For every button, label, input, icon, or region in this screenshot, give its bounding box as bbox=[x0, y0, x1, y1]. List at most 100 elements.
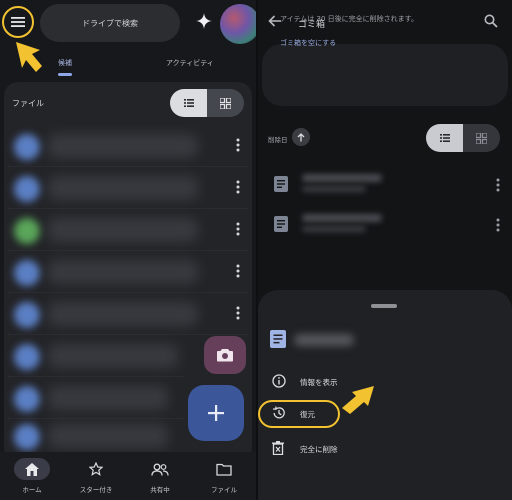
row-divider bbox=[8, 292, 248, 293]
sort-direction-button[interactable] bbox=[292, 128, 310, 146]
file-thumbnail bbox=[14, 134, 40, 160]
search-input[interactable]: ドライブで検索 bbox=[40, 4, 180, 42]
file-name-blurred bbox=[48, 134, 198, 158]
nav-home[interactable]: ホーム bbox=[0, 458, 64, 500]
list-view-button[interactable] bbox=[170, 89, 207, 117]
more-vert-icon[interactable] bbox=[496, 178, 500, 192]
row-divider bbox=[8, 334, 248, 335]
file-name-blurred bbox=[302, 174, 382, 182]
hamburger-icon bbox=[11, 17, 25, 27]
file-row[interactable] bbox=[8, 168, 248, 208]
files-section-title: ファイル bbox=[12, 99, 44, 108]
file-meta-blurred bbox=[302, 226, 366, 232]
menu-button[interactable] bbox=[2, 6, 34, 38]
file-thumbnail bbox=[14, 302, 40, 328]
nav-home-label: ホーム bbox=[22, 486, 42, 494]
trash-screen: ゴミ箱 アイテムは 30 日後に完全に削除されます。 ゴミ箱を空にする 削除日 bbox=[258, 0, 512, 500]
list-view-icon bbox=[439, 134, 450, 142]
search-icon[interactable] bbox=[484, 14, 498, 28]
restore-icon bbox=[272, 406, 285, 419]
file-row[interactable] bbox=[8, 126, 248, 166]
list-view-icon bbox=[183, 99, 194, 107]
file-name-blurred bbox=[48, 424, 168, 448]
file-name-blurred bbox=[48, 260, 198, 284]
file-name-blurred bbox=[48, 344, 178, 368]
tab-suggested[interactable]: 候補 bbox=[58, 58, 72, 68]
active-tab-indicator bbox=[58, 73, 72, 76]
nav-starred[interactable]: スター付き bbox=[64, 458, 128, 500]
menu-item-restore[interactable]: 復元 bbox=[258, 400, 512, 428]
search-placeholder: ドライブで検索 bbox=[82, 18, 138, 28]
row-divider bbox=[8, 208, 248, 209]
file-thumbnail bbox=[14, 344, 40, 370]
scan-camera-button[interactable] bbox=[204, 336, 246, 374]
file-row[interactable] bbox=[8, 210, 248, 250]
camera-icon bbox=[217, 349, 233, 362]
more-vert-icon[interactable] bbox=[236, 222, 240, 236]
menu-item-delete-forever-label: 完全に削除 bbox=[300, 445, 338, 454]
file-name-blurred bbox=[48, 386, 168, 410]
more-vert-icon[interactable] bbox=[236, 180, 240, 194]
account-avatar[interactable] bbox=[220, 4, 256, 44]
menu-item-details-label: 情報を表示 bbox=[300, 378, 338, 387]
gemini-sparkle-icon[interactable] bbox=[196, 13, 212, 29]
empty-trash-link[interactable]: ゴミ箱を空にする bbox=[280, 38, 336, 48]
list-view-button[interactable] bbox=[426, 124, 463, 152]
grid-view-button[interactable] bbox=[463, 124, 500, 152]
nav-files[interactable]: ファイル bbox=[192, 458, 256, 500]
nav-shared[interactable]: 共有中 bbox=[128, 458, 192, 500]
file-row[interactable] bbox=[8, 416, 186, 456]
annotation-arrow-icon bbox=[16, 42, 42, 72]
sort-label[interactable]: 削除日 bbox=[268, 134, 288, 144]
plus-icon bbox=[208, 405, 224, 421]
file-meta-blurred bbox=[302, 186, 366, 192]
menu-item-restore-label: 復元 bbox=[300, 410, 315, 419]
delete-forever-icon bbox=[272, 441, 284, 455]
people-icon bbox=[151, 463, 169, 476]
row-divider bbox=[8, 166, 248, 167]
menu-item-delete-forever[interactable]: 完全に削除 bbox=[258, 435, 512, 463]
doc-icon bbox=[274, 176, 288, 192]
file-name-blurred bbox=[48, 218, 198, 242]
new-item-fab[interactable] bbox=[188, 385, 244, 441]
file-row[interactable] bbox=[8, 378, 186, 418]
nav-shared-label: 共有中 bbox=[150, 486, 170, 494]
drive-home-screen: ドライブで検索 候補 アクティビティ ファイル ホーム スター付き 共有中 ファ… bbox=[0, 0, 256, 500]
file-thumbnail bbox=[14, 424, 40, 450]
file-row[interactable] bbox=[8, 252, 248, 292]
row-divider bbox=[8, 250, 248, 251]
file-name-blurred bbox=[48, 302, 198, 326]
trash-notice-card bbox=[262, 44, 508, 106]
more-vert-icon[interactable] bbox=[236, 264, 240, 278]
doc-icon bbox=[270, 330, 286, 348]
nav-files-label: ファイル bbox=[211, 486, 237, 494]
file-name-blurred bbox=[302, 214, 382, 222]
more-vert-icon[interactable] bbox=[236, 306, 240, 320]
trash-file-row[interactable] bbox=[258, 206, 512, 242]
file-thumbnail bbox=[14, 218, 40, 244]
file-row[interactable] bbox=[8, 294, 248, 334]
trash-file-row[interactable] bbox=[258, 166, 512, 202]
file-thumbnail bbox=[14, 386, 40, 412]
grid-view-icon bbox=[220, 97, 231, 109]
grid-view-button[interactable] bbox=[207, 89, 244, 117]
more-vert-icon[interactable] bbox=[236, 138, 240, 152]
home-icon bbox=[25, 462, 39, 476]
more-vert-icon[interactable] bbox=[496, 218, 500, 232]
view-toggle bbox=[426, 124, 500, 152]
bottom-navigation: ホーム スター付き 共有中 ファイル bbox=[0, 452, 256, 500]
file-name-blurred bbox=[48, 176, 198, 200]
file-thumbnail bbox=[14, 176, 40, 202]
sheet-drag-handle[interactable] bbox=[371, 304, 397, 308]
file-thumbnail bbox=[14, 260, 40, 286]
view-toggle bbox=[170, 89, 244, 117]
file-row[interactable] bbox=[8, 336, 198, 376]
arrow-up-icon bbox=[297, 132, 305, 141]
menu-item-details[interactable]: 情報を表示 bbox=[258, 368, 512, 396]
grid-view-icon bbox=[476, 132, 487, 144]
row-divider bbox=[8, 376, 184, 377]
folder-icon bbox=[216, 463, 232, 476]
nav-starred-label: スター付き bbox=[79, 486, 113, 494]
star-icon bbox=[89, 462, 103, 476]
tab-activity[interactable]: アクティビティ bbox=[166, 58, 214, 68]
